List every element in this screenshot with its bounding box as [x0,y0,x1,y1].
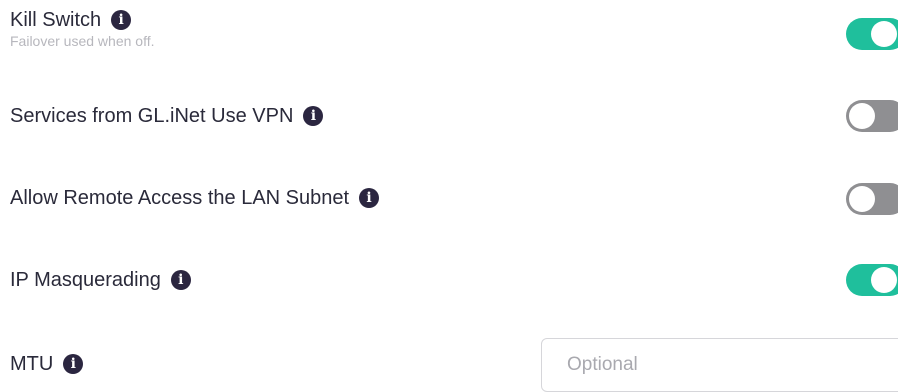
kill-switch-toggle[interactable] [846,18,898,50]
services-use-vpn-label: Services from GL.iNet Use VPN [10,105,294,127]
services-use-vpn-row: Services from GL.iNet Use VPN i [10,104,898,128]
toggle-knob [849,103,875,129]
remote-access-lan-row: Allow Remote Access the LAN Subnet i [10,186,898,210]
kill-switch-row: Kill Switch i Failover used when off. [10,8,898,49]
kill-switch-info-icon[interactable]: i [111,10,132,30]
kill-switch-label: Kill Switch [10,9,102,31]
kill-switch-description: Failover used when off. [10,33,155,49]
services-use-vpn-label-line: Services from GL.iNet Use VPN i [10,104,324,128]
remote-access-lan-label-line: Allow Remote Access the LAN Subnet i [10,186,380,210]
mtu-input[interactable] [541,338,898,392]
remote-access-lan-info-icon[interactable]: i [359,188,380,208]
mtu-info-icon[interactable]: i [63,354,84,374]
kill-switch-label-line: Kill Switch i [10,8,155,32]
remote-access-lan-label: Allow Remote Access the LAN Subnet [10,187,350,209]
toggle-knob [871,21,897,47]
ip-masquerading-label: IP Masquerading [10,269,161,291]
remote-access-lan-toggle[interactable] [846,183,898,215]
toggle-knob [871,267,897,293]
ip-masquerading-toggle[interactable] [846,264,898,296]
services-use-vpn-toggle[interactable] [846,100,898,132]
ip-masquerading-row: IP Masquerading i [10,268,898,292]
kill-switch-label-group: Kill Switch i Failover used when off. [10,8,155,49]
ip-masquerading-info-icon[interactable]: i [170,270,191,290]
services-use-vpn-info-icon[interactable]: i [303,106,324,126]
mtu-label: MTU [10,353,54,375]
toggle-knob [849,186,875,212]
ip-masquerading-label-line: IP Masquerading i [10,268,191,292]
mtu-label-line: MTU i [10,352,84,376]
